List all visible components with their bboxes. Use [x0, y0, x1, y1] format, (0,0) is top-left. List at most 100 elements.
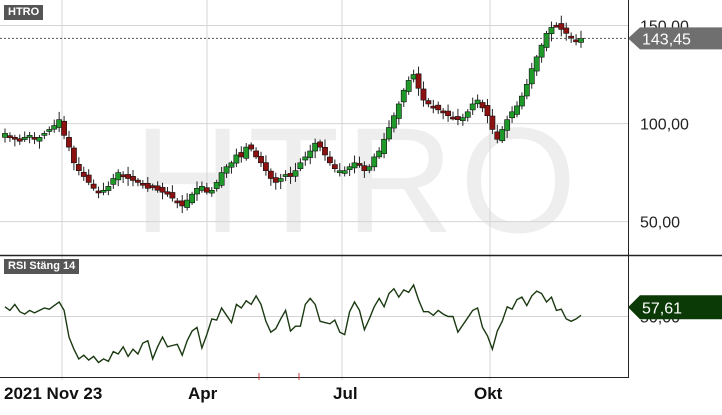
price-chart-title: HTRO: [4, 5, 44, 20]
candle-body: [489, 115, 496, 130]
candle-body: [553, 24, 560, 28]
candle-body: [100, 189, 107, 193]
candle-body: [440, 110, 447, 114]
candle-body: [120, 174, 127, 178]
candle-body: [430, 105, 437, 109]
rsi-line: [4, 283, 582, 364]
candle-body: [459, 117, 466, 121]
candle-body: [66, 137, 72, 148]
candle-body: [538, 44, 545, 58]
candle-body: [11, 136, 18, 140]
rsi-chart-title: RSI Stäng 14: [4, 259, 80, 274]
candle-body: [519, 95, 525, 107]
candle-body: [248, 144, 255, 150]
candle-body: [218, 172, 225, 186]
candle-body: [331, 164, 338, 169]
candle-body: [36, 137, 43, 142]
candle-body: [56, 119, 63, 128]
candle-body: [213, 182, 220, 189]
candle-body: [366, 166, 373, 171]
candle-body: [80, 171, 87, 177]
candle-body: [135, 179, 141, 183]
candle-body: [203, 187, 210, 193]
candle-body: [410, 74, 417, 80]
candle-body: [243, 146, 250, 159]
candle-body: [514, 105, 520, 115]
candle-body: [405, 80, 412, 92]
candle-body: [543, 33, 550, 48]
candle-body: [46, 129, 53, 132]
candle-body: [386, 127, 392, 140]
candle-body: [376, 150, 383, 158]
candle-body: [425, 100, 432, 105]
rsi-current-value: 57,61: [642, 300, 682, 317]
candle-body: [341, 170, 348, 174]
candle-body: [169, 192, 176, 199]
candle-body: [371, 156, 378, 168]
candle-body: [558, 23, 565, 30]
candle-body: [41, 133, 48, 136]
candle-body: [75, 164, 82, 171]
candle-body: [578, 38, 584, 43]
candle-body: [420, 88, 427, 101]
candle-body: [361, 165, 368, 171]
candle-body: [479, 102, 486, 109]
candle-body: [110, 178, 117, 185]
candle-body: [395, 103, 402, 119]
candle-body: [95, 190, 102, 194]
candle-body: [149, 185, 156, 188]
candle-body: [238, 152, 245, 158]
candle-body: [391, 115, 397, 129]
candle-body: [277, 178, 284, 182]
candle-body: [208, 189, 215, 194]
candle-body: [469, 103, 476, 111]
candle-body: [435, 104, 442, 111]
candle-body: [494, 131, 501, 140]
candle-body: [267, 170, 274, 179]
candle-body: [194, 188, 200, 195]
candle-body: [71, 147, 77, 164]
candle-body: [174, 200, 181, 204]
candle-body: [351, 162, 358, 169]
candle-body: [139, 182, 146, 186]
candle-body: [356, 163, 363, 166]
candle-body: [533, 56, 540, 72]
candle-body: [115, 172, 122, 181]
candle-body: [307, 150, 314, 158]
candle-body: [499, 129, 506, 142]
candle-body: [327, 156, 333, 164]
candle-body: [563, 27, 570, 34]
candle-body: [523, 84, 530, 97]
candle-body: [233, 154, 240, 164]
candle-body: [297, 162, 304, 170]
current-price-value: 143,45: [642, 31, 691, 48]
candle-body: [282, 174, 289, 177]
candle-body: [90, 183, 97, 189]
candle-body: [573, 39, 579, 43]
candle-body: [144, 182, 151, 189]
y-tick-label: 100,00: [640, 117, 689, 134]
candle-body: [184, 199, 191, 208]
candle-body: [263, 162, 269, 171]
candle-body: [445, 110, 451, 117]
candle-body: [336, 170, 343, 173]
candle-body: [317, 141, 323, 148]
watermark-text: HTRO: [134, 96, 583, 264]
x-tick-label: Okt: [474, 384, 503, 403]
candle-body: [26, 135, 33, 138]
candle-body: [528, 68, 535, 85]
candle-body: [509, 111, 515, 119]
x-tick-label: Jul: [333, 384, 358, 403]
candle-body: [400, 89, 407, 103]
candle-body: [272, 177, 279, 183]
candle-body: [51, 125, 58, 130]
candle-body: [474, 99, 481, 105]
candle-body: [302, 156, 309, 161]
candle-body: [179, 200, 186, 207]
candle-body: [21, 137, 28, 140]
candle-body: [164, 191, 171, 195]
candle-body: [464, 111, 471, 118]
chart-area: HTRO50,00100,00150,0050,00143,4557,61202…: [0, 0, 722, 410]
x-tick-label: Apr: [188, 384, 218, 403]
y-tick-label: 50,00: [640, 215, 680, 232]
